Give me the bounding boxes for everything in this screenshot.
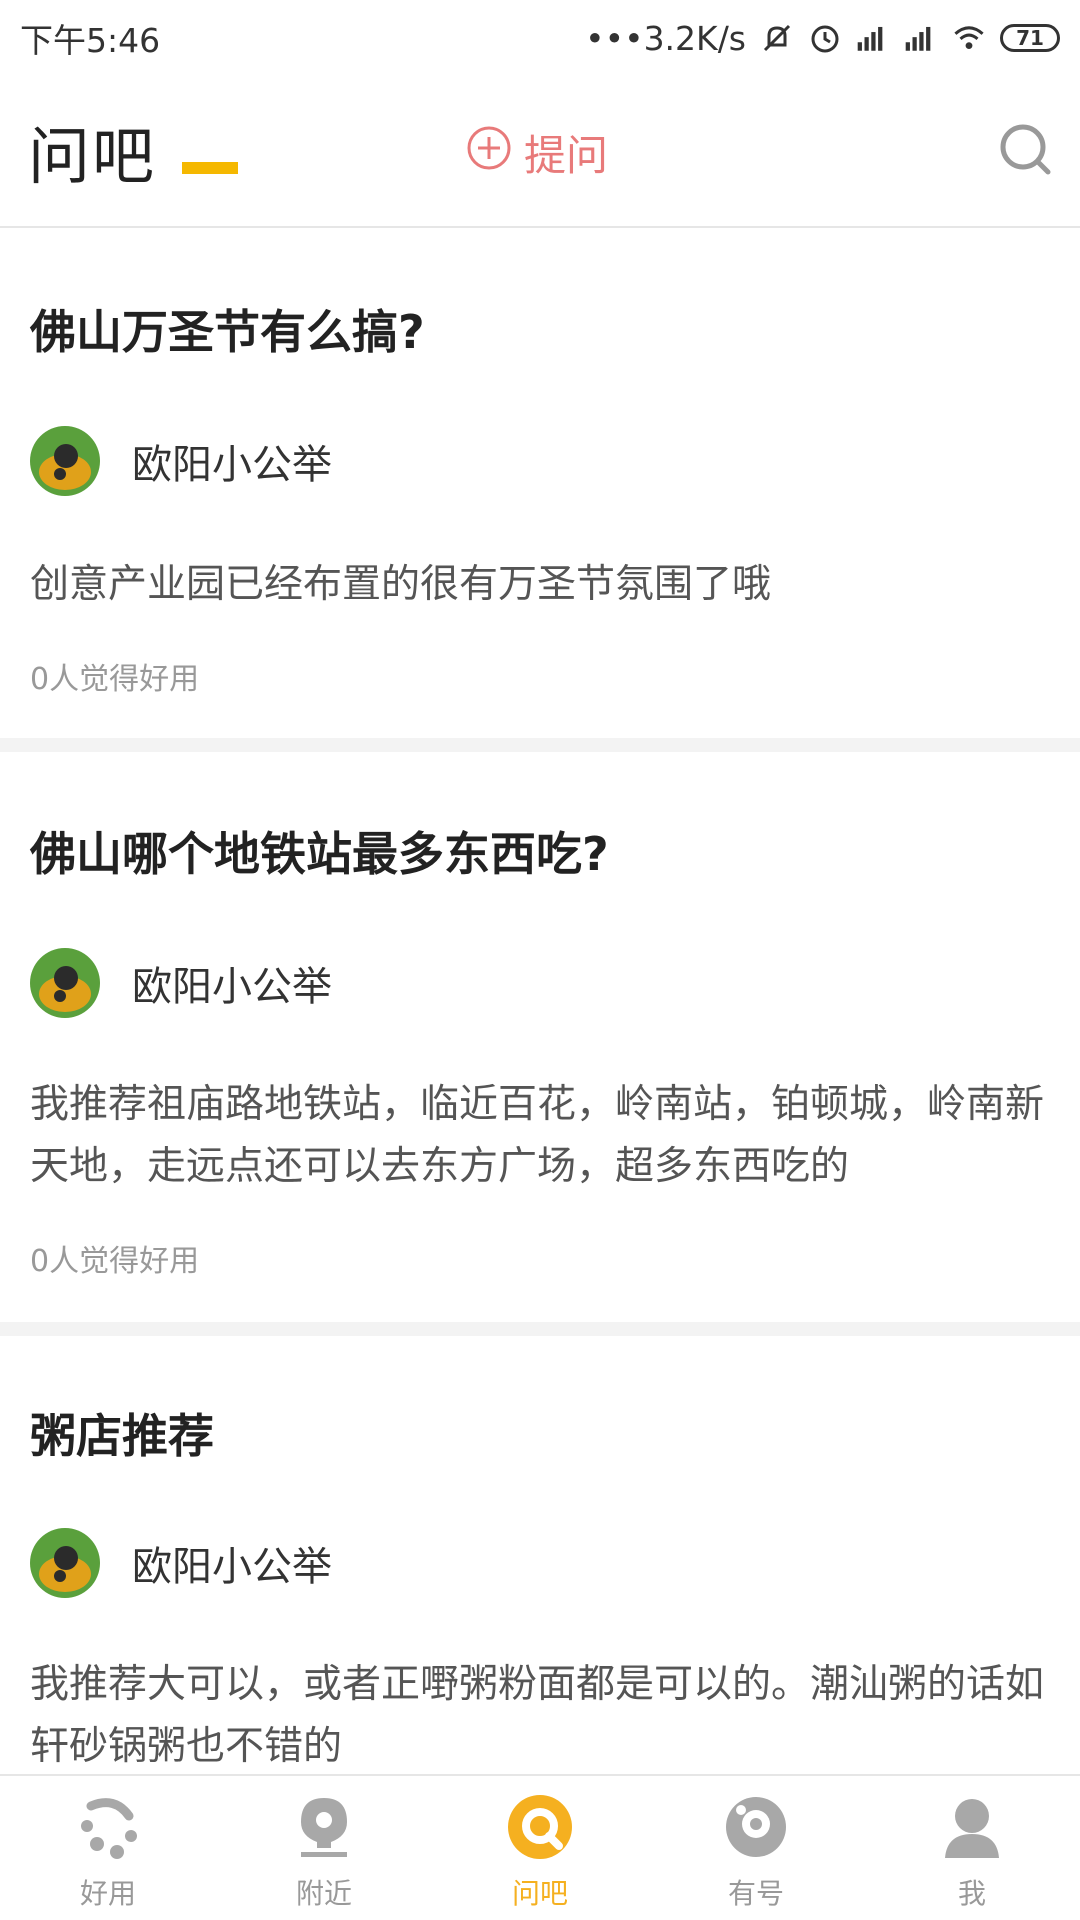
author-name: 欧阳小公举 [132,442,332,488]
status-time: 下午5:46 [20,21,161,60]
smile-face-icon [721,1792,791,1862]
nav-label: 附近 [295,1877,352,1910]
alarm-icon [808,21,842,55]
answer-text: 我推荐大可以，或者正嘢粥粉面都是可以的。潮汕粥的话如轩砂锅粥也不错的 [30,1662,1045,1769]
useful-count: 0人觉得好用 [30,662,200,697]
avatar [30,1528,100,1598]
question-card[interactable]: 粥店推荐 欧阳小公举 我推荐大可以，或者正嘢粥粉面都是可以的。潮汕粥的话如轩砂锅… [0,1336,1080,1836]
status-bar: 下午5:46 •••3.2K/s 71 [0,0,1080,76]
author[interactable]: 欧阳小公举 [30,948,332,1018]
question-title: 粥店推荐 [30,1409,214,1463]
nav-label: 我 [957,1877,986,1910]
header: 问吧 提问 [0,76,1080,228]
question-card[interactable]: 佛山万圣节有么搞? 欧阳小公举 创意产业园已经布置的很有万圣节氛围了哦 0人觉得… [0,228,1080,738]
page-title: 问吧 [28,120,157,193]
question-title: 佛山哪个地铁站最多东西吃? [30,827,609,881]
nav-item-fujin[interactable]: 附近 [216,1776,432,1920]
bottom-nav: 好用 附近 问吧 有号 我 [0,1774,1080,1920]
battery-icon: 71 [1000,24,1060,52]
card-divider [0,1322,1080,1336]
useful-count: 0人觉得好用 [30,1244,200,1279]
avatar [30,948,100,1018]
location-pin-icon [289,1792,359,1862]
avatar [30,426,100,496]
author-name: 欧阳小公举 [132,964,332,1010]
answer-text: 创意产业园已经布置的很有万圣节氛围了哦 [30,562,772,607]
author-name: 欧阳小公举 [132,1544,332,1590]
author[interactable]: 欧阳小公举 [30,1528,332,1598]
status-icons: •••3.2K/s 71 [585,19,1060,58]
author[interactable]: 欧阳小公举 [30,426,332,496]
title-underline [182,162,238,174]
network-speed: •••3.2K/s [585,18,746,58]
wifi-icon [952,21,986,55]
plus-circle-icon [466,125,512,181]
nav-item-haoyong[interactable]: 好用 [0,1776,216,1920]
nav-label: 问吧 [511,1877,568,1910]
mute-bell-icon [760,21,794,55]
dots-curve-icon [73,1792,143,1862]
search-icon[interactable] [998,122,1052,176]
nav-label: 好用 [79,1877,136,1910]
question-feed: 佛山万圣节有么搞? 欧阳小公举 创意产业园已经布置的很有万圣节氛围了哦 0人觉得… [0,228,1080,1836]
question-card[interactable]: 佛山哪个地铁站最多东西吃? 欧阳小公举 我推荐祖庙路地铁站，临近百花，岭南站，铂… [0,752,1080,1322]
nav-item-wo[interactable]: 我 [864,1776,1080,1920]
nav-item-youhao[interactable]: 有号 [648,1776,864,1920]
question-bubble-icon [505,1792,575,1862]
ask-question-button[interactable]: 提问 [466,122,608,183]
signal-icon [904,21,938,55]
nav-label: 有号 [727,1877,784,1910]
question-title: 佛山万圣节有么搞? [30,305,425,359]
user-icon [937,1792,1007,1862]
nav-item-wenba[interactable]: 问吧 [432,1776,648,1920]
card-divider [0,738,1080,752]
answer-text: 我推荐祖庙路地铁站，临近百花，岭南站，铂顿城，岭南新天地，走远点还可以去东方广场… [30,1082,1045,1189]
ask-label: 提问 [524,131,609,180]
signal-hd-icon [856,21,890,55]
